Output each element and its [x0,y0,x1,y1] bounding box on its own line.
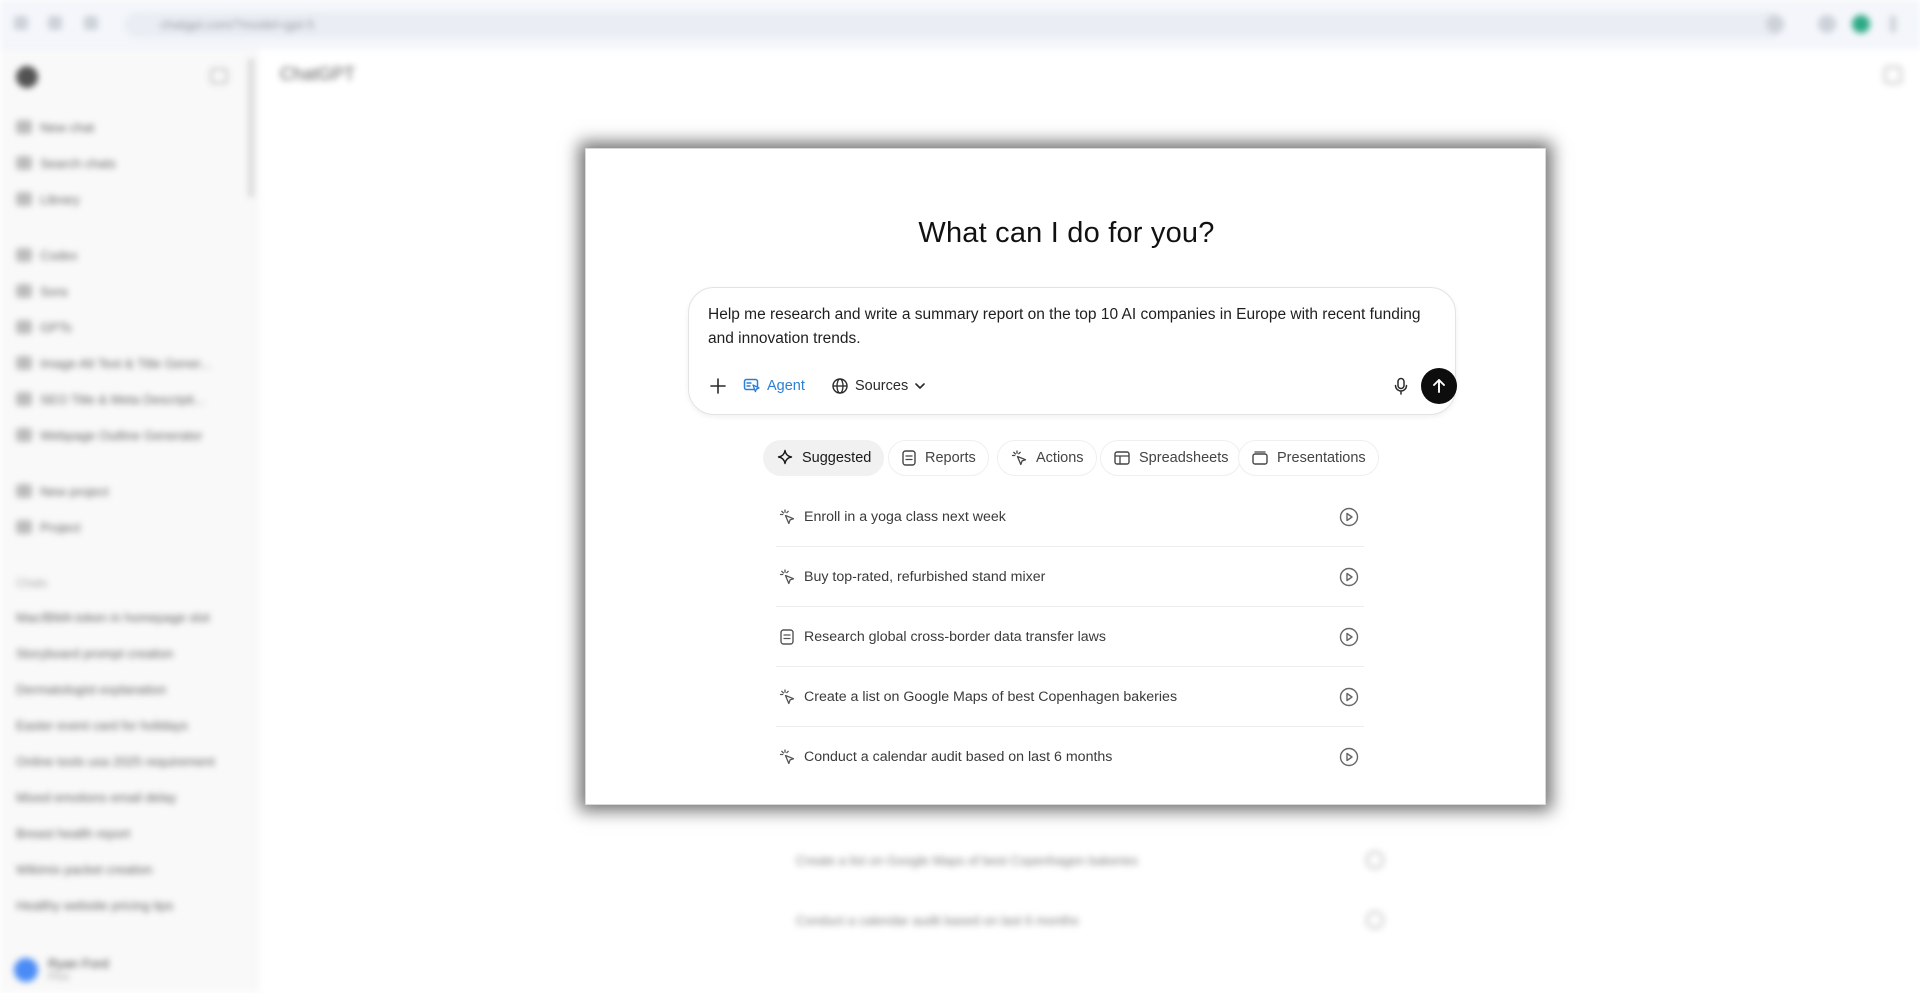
suggestion-item[interactable]: Research global cross-border data transf… [776,607,1364,667]
microphone-button[interactable] [1387,372,1415,400]
document-icon [778,628,796,646]
tab-label: Suggested [802,450,872,466]
sources-label: Sources [855,378,909,394]
cursor-click-icon [778,568,796,586]
agent-mode-button[interactable]: Agent [743,368,805,404]
play-icon[interactable] [1338,626,1360,648]
document-icon [902,450,916,466]
cursor-click-icon [778,748,796,766]
play-icon[interactable] [1338,566,1360,588]
agent-label: Agent [767,378,805,394]
play-icon[interactable] [1338,746,1360,768]
suggestion-item[interactable]: Enroll in a yoga class next week [776,487,1364,547]
composer-toolbar: Agent Sources [703,368,1457,404]
suggestion-item[interactable]: Conduct a calendar audit based on last 6… [776,727,1364,787]
composer[interactable]: Help me research and write a summary rep… [688,287,1457,415]
suggestion-label: Enroll in a yoga class next week [804,508,1006,525]
play-icon[interactable] [1338,686,1360,708]
tab-label: Reports [925,450,976,466]
prompt-input[interactable]: Help me research and write a summary rep… [708,303,1428,351]
tab-reports[interactable]: Reports [888,440,989,476]
sources-dropdown[interactable]: Sources [831,368,926,404]
headline: What can I do for you? [918,217,1215,249]
agent-card: What can I do for you? Help me research … [585,148,1546,805]
tab-label: Actions [1036,450,1084,466]
agent-icon [743,378,760,393]
slides-icon [1252,451,1268,465]
tab-suggested[interactable]: Suggested [763,440,885,476]
play-icon[interactable] [1338,506,1360,528]
cursor-click-icon [778,688,796,706]
table-icon [1114,451,1130,465]
suggestion-label: Buy top-rated, refurbished stand mixer [804,568,1046,585]
suggestion-item[interactable]: Buy top-rated, refurbished stand mixer [776,547,1364,607]
tab-spreadsheets[interactable]: Spreadsheets [1100,440,1242,476]
suggestion-label: Create a list on Google Maps of best Cop… [804,688,1178,705]
suggestion-tabs: Suggested Reports Actions Spreadsheets P… [763,440,1383,476]
suggestion-label: Research global cross-border data transf… [804,628,1107,645]
add-attachment-button[interactable] [703,368,733,404]
chevron-down-icon [915,383,926,389]
plus-icon [710,378,726,394]
tab-presentations[interactable]: Presentations [1238,440,1379,476]
send-button[interactable] [1421,368,1457,404]
suggestion-label: Conduct a calendar audit based on last 6… [804,749,1113,765]
cursor-click-icon [778,508,796,526]
tab-actions[interactable]: Actions [997,440,1097,476]
cursor-click-icon [1011,450,1027,466]
tab-label: Spreadsheets [1139,450,1229,466]
suggestion-list: Enroll in a yoga class next week Buy top… [776,487,1364,787]
tab-label: Presentations [1277,450,1366,466]
suggestion-item[interactable]: Create a list on Google Maps of best Cop… [776,667,1364,727]
microphone-icon [1394,377,1408,395]
arrow-up-icon [1433,379,1445,393]
globe-icon [832,378,848,394]
sparkle-icon [777,449,793,465]
